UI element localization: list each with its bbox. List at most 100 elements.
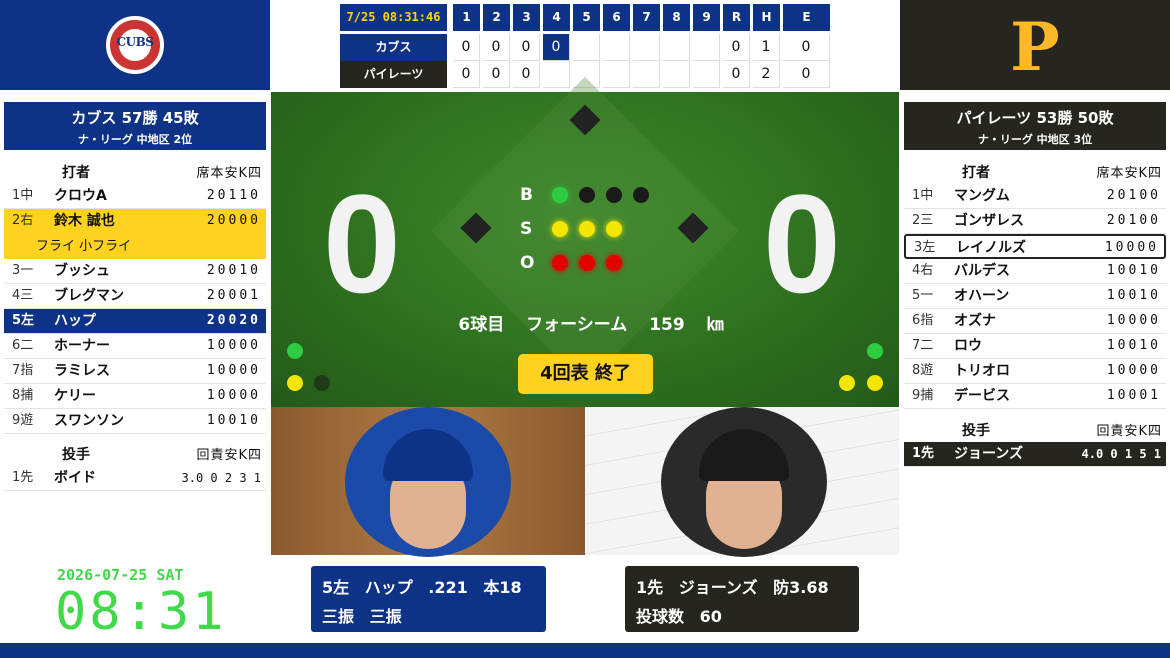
pitcher-photo-avatar (661, 407, 827, 557)
batter-position: 6二 (12, 338, 34, 353)
batter-stats: 10000 (1106, 313, 1161, 328)
batter-name: ラミレス (54, 363, 110, 379)
batter-heading: 打者 (962, 165, 990, 181)
lineup-row[interactable]: 8捕 ケリー 10000 (4, 384, 266, 409)
batter-stats: 10000 (206, 363, 261, 378)
strike-count-label: S (520, 219, 533, 239)
batter-name: レイノルズ (956, 240, 1026, 256)
batter-stats: 20100 (1106, 188, 1161, 203)
away-score: 0 (763, 165, 841, 322)
lineup-row[interactable]: 7二 ロウ 10010 (904, 334, 1166, 359)
lineup-row[interactable]: 1中 クロウA 20110 (4, 184, 266, 209)
batter-name: トリオロ (954, 363, 1010, 379)
inning-score: 0 (483, 34, 510, 61)
batter-name: ケリー (54, 388, 96, 404)
ball-light (633, 187, 649, 203)
lineup-row[interactable]: 8遊 トリオロ 10000 (904, 359, 1166, 384)
pitcher-position: 1先 (912, 446, 935, 461)
lineup-row[interactable]: 5一 オハーン 10010 (904, 284, 1166, 309)
right-indicator-light (867, 343, 883, 359)
batter-info-line1: 5左 ハップ .221 本18 (322, 578, 522, 597)
lineup-row-ondeck[interactable]: 2右 鈴木 誠也 20000 フライ 小フライ (4, 209, 266, 259)
pitcher-columns: 回責安K四 (1096, 424, 1162, 439)
hits-value: 2 (753, 61, 780, 88)
runs-value: 0 (723, 61, 750, 88)
game-time: 7/25 08:31:46 (340, 4, 447, 31)
inning-score (693, 61, 720, 88)
lineup-row[interactable]: 6二 ホーナー 10000 (4, 334, 266, 359)
pitcher-name: ジョーンズ (954, 446, 1024, 462)
home-record-text: カブス 57勝 45敗 (71, 109, 199, 127)
pitcher-info-line2: 投球数 60 (636, 607, 722, 626)
batter-position: 9遊 (12, 413, 34, 428)
strike-light (579, 221, 595, 237)
lineup-row[interactable]: 2三 ゴンザレス 20100 (904, 209, 1166, 234)
left-indicator-light (287, 343, 303, 359)
lineup-row[interactable]: 3一 ブッシュ 20010 (4, 259, 266, 284)
strike-light (552, 221, 568, 237)
pitcher-row-current[interactable]: 1先 ジョーンズ 4.0 0 1 5 1 (904, 442, 1166, 467)
at-bat-results: フライ 小フライ (36, 239, 132, 254)
lineup-row[interactable]: 7指 ラミレス 10000 (4, 359, 266, 384)
lineup-row[interactable]: 9捕 デービス 10001 (904, 384, 1166, 409)
inning-score (663, 61, 690, 88)
batter-stats: 10000 (206, 338, 261, 353)
lineup-row[interactable]: 4三 ブレグマン 20001 (4, 284, 266, 309)
lineup-row-current-batter[interactable]: 5左 ハップ 20020 (4, 309, 266, 334)
pitcher-row[interactable]: 1先 ボイド 3.0 0 2 3 1 (4, 466, 266, 491)
hits-value: 1 (753, 34, 780, 61)
out-count-label: O (520, 253, 535, 273)
ball-light (579, 187, 595, 203)
away-record-text: パイレーツ 53勝 50敗 (956, 109, 1114, 127)
batter-stats: 10000 (1106, 363, 1161, 378)
inning-label: 9 (693, 4, 720, 31)
inning-score (663, 34, 690, 61)
batter-stats: 10000 (1104, 240, 1159, 255)
batter-name: ハップ (54, 313, 96, 329)
batter-stats: 20000 (206, 213, 261, 228)
batter-stats: 10010 (1106, 263, 1161, 278)
batter-position: 9捕 (912, 388, 934, 403)
batter-name: デービス (954, 388, 1010, 404)
batter-stats: 10000 (206, 388, 261, 403)
runs-value: 0 (723, 34, 750, 61)
out-light (552, 255, 568, 271)
pitcher-info-line1: 1先 ジョーンズ 防3.68 (636, 578, 829, 597)
errors-value: 0 (783, 34, 830, 61)
runs-label: R (723, 4, 750, 31)
pitcher-photo-panel (585, 407, 899, 557)
inning-label: 7 (633, 4, 660, 31)
bottom-bar (0, 643, 1170, 658)
batter-name: ホーナー (54, 338, 110, 354)
batter-stats: 10010 (206, 413, 261, 428)
lineup-row[interactable]: 4右 バルデス 10010 (904, 259, 1166, 284)
batter-columns: 席本安K四 (196, 166, 262, 181)
hits-label: H (753, 4, 780, 31)
batter-name: 鈴木 誠也 (54, 213, 115, 229)
batter-name: オズナ (954, 313, 996, 329)
inning-score: 0 (483, 61, 510, 88)
inning-score-current: 0 (543, 34, 570, 61)
inning-score: 0 (453, 34, 480, 61)
lineup-row-selected[interactable]: 3左 レイノルズ 10000 (904, 234, 1166, 259)
out-light (606, 255, 622, 271)
right-indicator-light (867, 375, 883, 391)
pitcher-columns: 回責安K四 (196, 448, 262, 463)
batter-position: 7指 (12, 363, 34, 378)
batter-info-line2: 三振 三振 (322, 607, 402, 626)
inning-score (693, 34, 720, 61)
lineup-row[interactable]: 9遊 スワンソン 10010 (4, 409, 266, 434)
batter-name: ゴンザレス (954, 213, 1024, 229)
batter-position: 5一 (912, 288, 934, 303)
lineup-row[interactable]: 1中 マングム 20100 (904, 184, 1166, 209)
inning-score: 0 (513, 61, 540, 88)
lineup-row[interactable]: 6指 オズナ 10000 (904, 309, 1166, 334)
batter-position: 8遊 (912, 363, 934, 378)
inning-score (633, 61, 660, 88)
errors-value: 0 (783, 61, 830, 88)
away-team-record: パイレーツ 53勝 50敗 ナ・リーグ 中地区 3位 (904, 102, 1166, 150)
batter-stats: 20100 (1106, 213, 1161, 228)
ball-light (552, 187, 568, 203)
batter-name: マングム (954, 188, 1010, 204)
batter-stats: 20001 (206, 288, 261, 303)
